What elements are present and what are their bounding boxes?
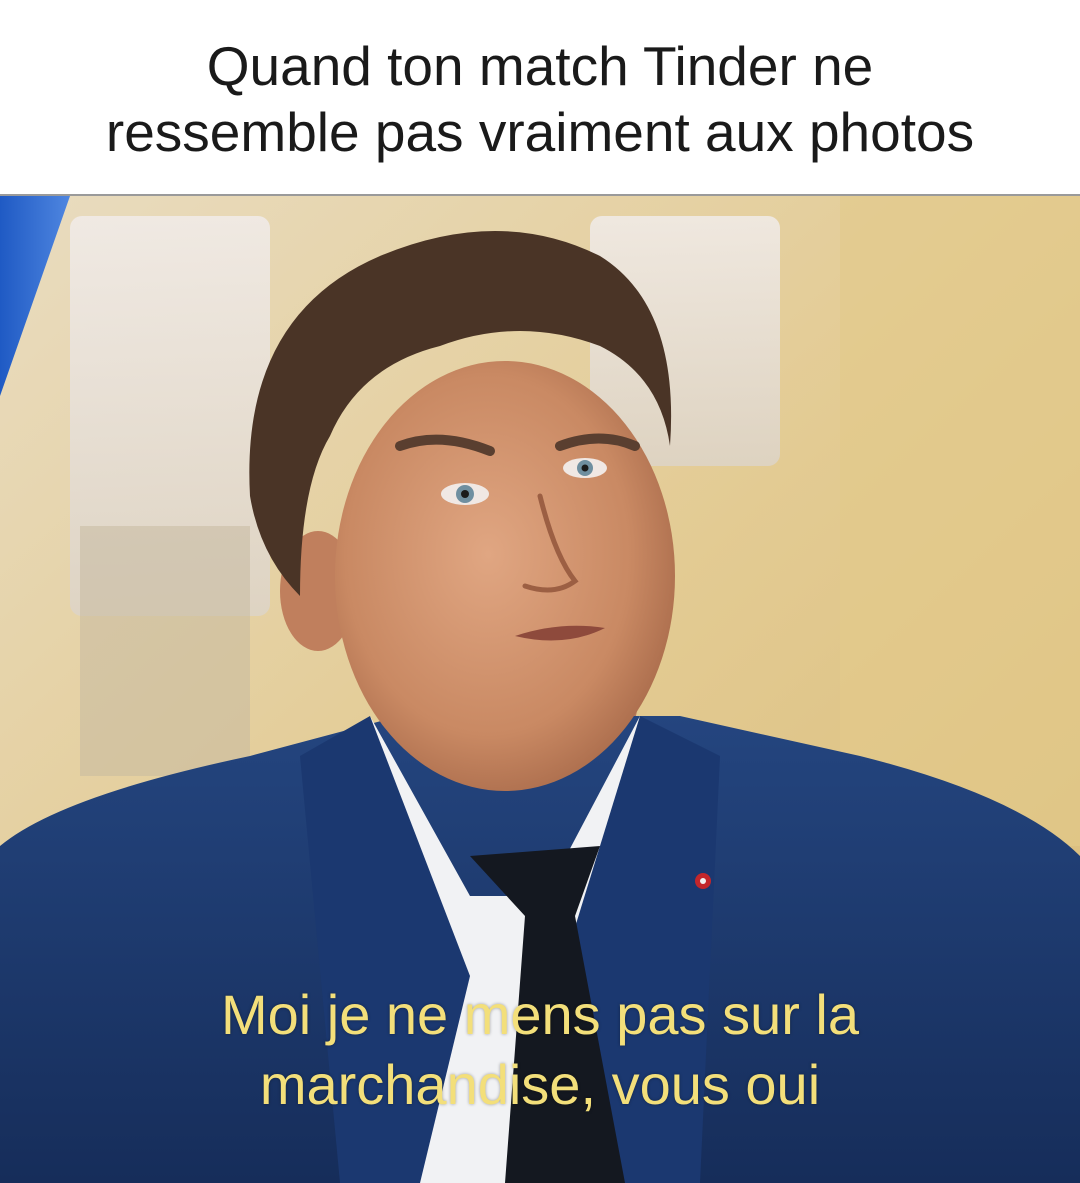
caption-line-1: Quand ton match Tinder ne <box>206 35 874 97</box>
window-left-lower <box>80 526 250 776</box>
face <box>335 361 675 791</box>
caption-line-2: ressemble pas vraiment aux photos <box>105 101 975 163</box>
caption-text: Quand ton match Tinder ne ressemble pas … <box>106 33 974 165</box>
subtitle-line-2: marchandise, vous oui <box>259 1053 821 1116</box>
meme-caption: Quand ton match Tinder ne ressemble pas … <box>0 0 1080 194</box>
wall-column <box>840 196 1080 846</box>
subtitle-line-1: Moi je ne mens pas sur la <box>220 983 860 1046</box>
tv-subtitle: Moi je ne mens pas sur la marchandise, v… <box>0 980 1080 1120</box>
tv-screenshot-photo: Moi je ne mens pas sur la marchandise, v… <box>0 196 1080 1183</box>
